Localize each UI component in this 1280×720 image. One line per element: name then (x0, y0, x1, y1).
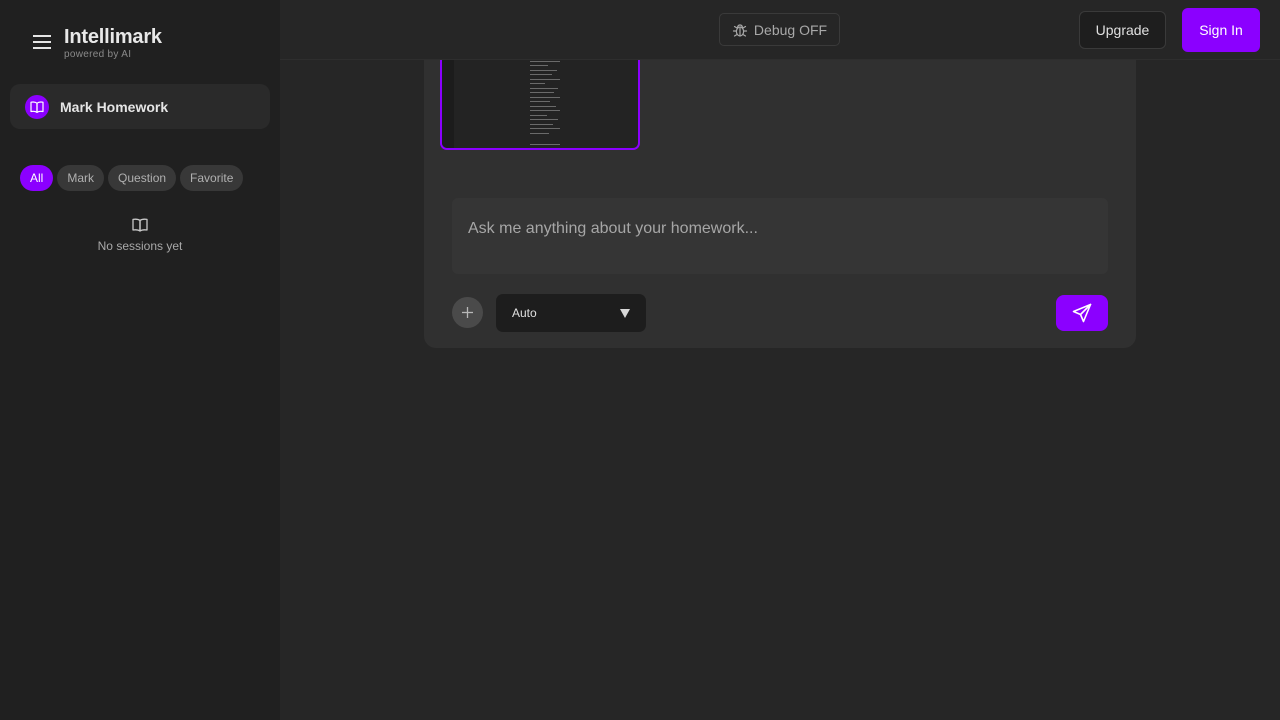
bug-icon (732, 23, 748, 37)
sign-in-button[interactable]: Sign In (1182, 8, 1260, 52)
filter-chip-mark[interactable]: Mark (57, 165, 105, 191)
add-attachment-button[interactable] (452, 297, 483, 328)
menu-button[interactable] (30, 31, 54, 53)
brand-title: Intellimark (64, 26, 162, 48)
composer-panel: Ask me anything about your homework... A… (424, 40, 1136, 348)
upgrade-button[interactable]: Upgrade (1079, 11, 1166, 49)
brand: Intellimark powered by AI (64, 26, 162, 61)
sidebar: Intellimark powered by AI Mark Homework … (0, 0, 280, 720)
model-select-value: Auto (512, 306, 537, 320)
session-filters: All Mark Question Favorite (20, 165, 244, 191)
filter-chip-favorite[interactable]: Favorite (180, 165, 244, 191)
top-bar: Debug OFF Upgrade Sign In (280, 0, 1280, 60)
mark-homework-button[interactable]: Mark Homework (10, 84, 270, 129)
debug-label: Debug OFF (753, 21, 828, 38)
empty-sessions: No sessions yet (0, 218, 280, 253)
prompt-input[interactable]: Ask me anything about your homework... (452, 198, 1108, 274)
empty-sessions-text: No sessions yet (97, 239, 183, 253)
caret-down-icon (620, 308, 630, 318)
filter-chip-question[interactable]: Question (108, 165, 177, 191)
send-button[interactable] (1056, 295, 1108, 331)
filter-chip-all[interactable]: All (20, 165, 54, 191)
plus-icon (462, 307, 473, 318)
model-select[interactable]: Auto (496, 294, 646, 332)
open-book-icon (25, 94, 49, 119)
brand-subtitle: powered by AI (64, 49, 132, 60)
send-icon (1072, 303, 1092, 323)
debug-toggle-button[interactable]: Debug OFF (719, 13, 840, 46)
open-book-icon (0, 218, 280, 232)
mark-homework-label: Mark Homework (60, 98, 169, 115)
hamburger-menu-icon (33, 35, 51, 49)
